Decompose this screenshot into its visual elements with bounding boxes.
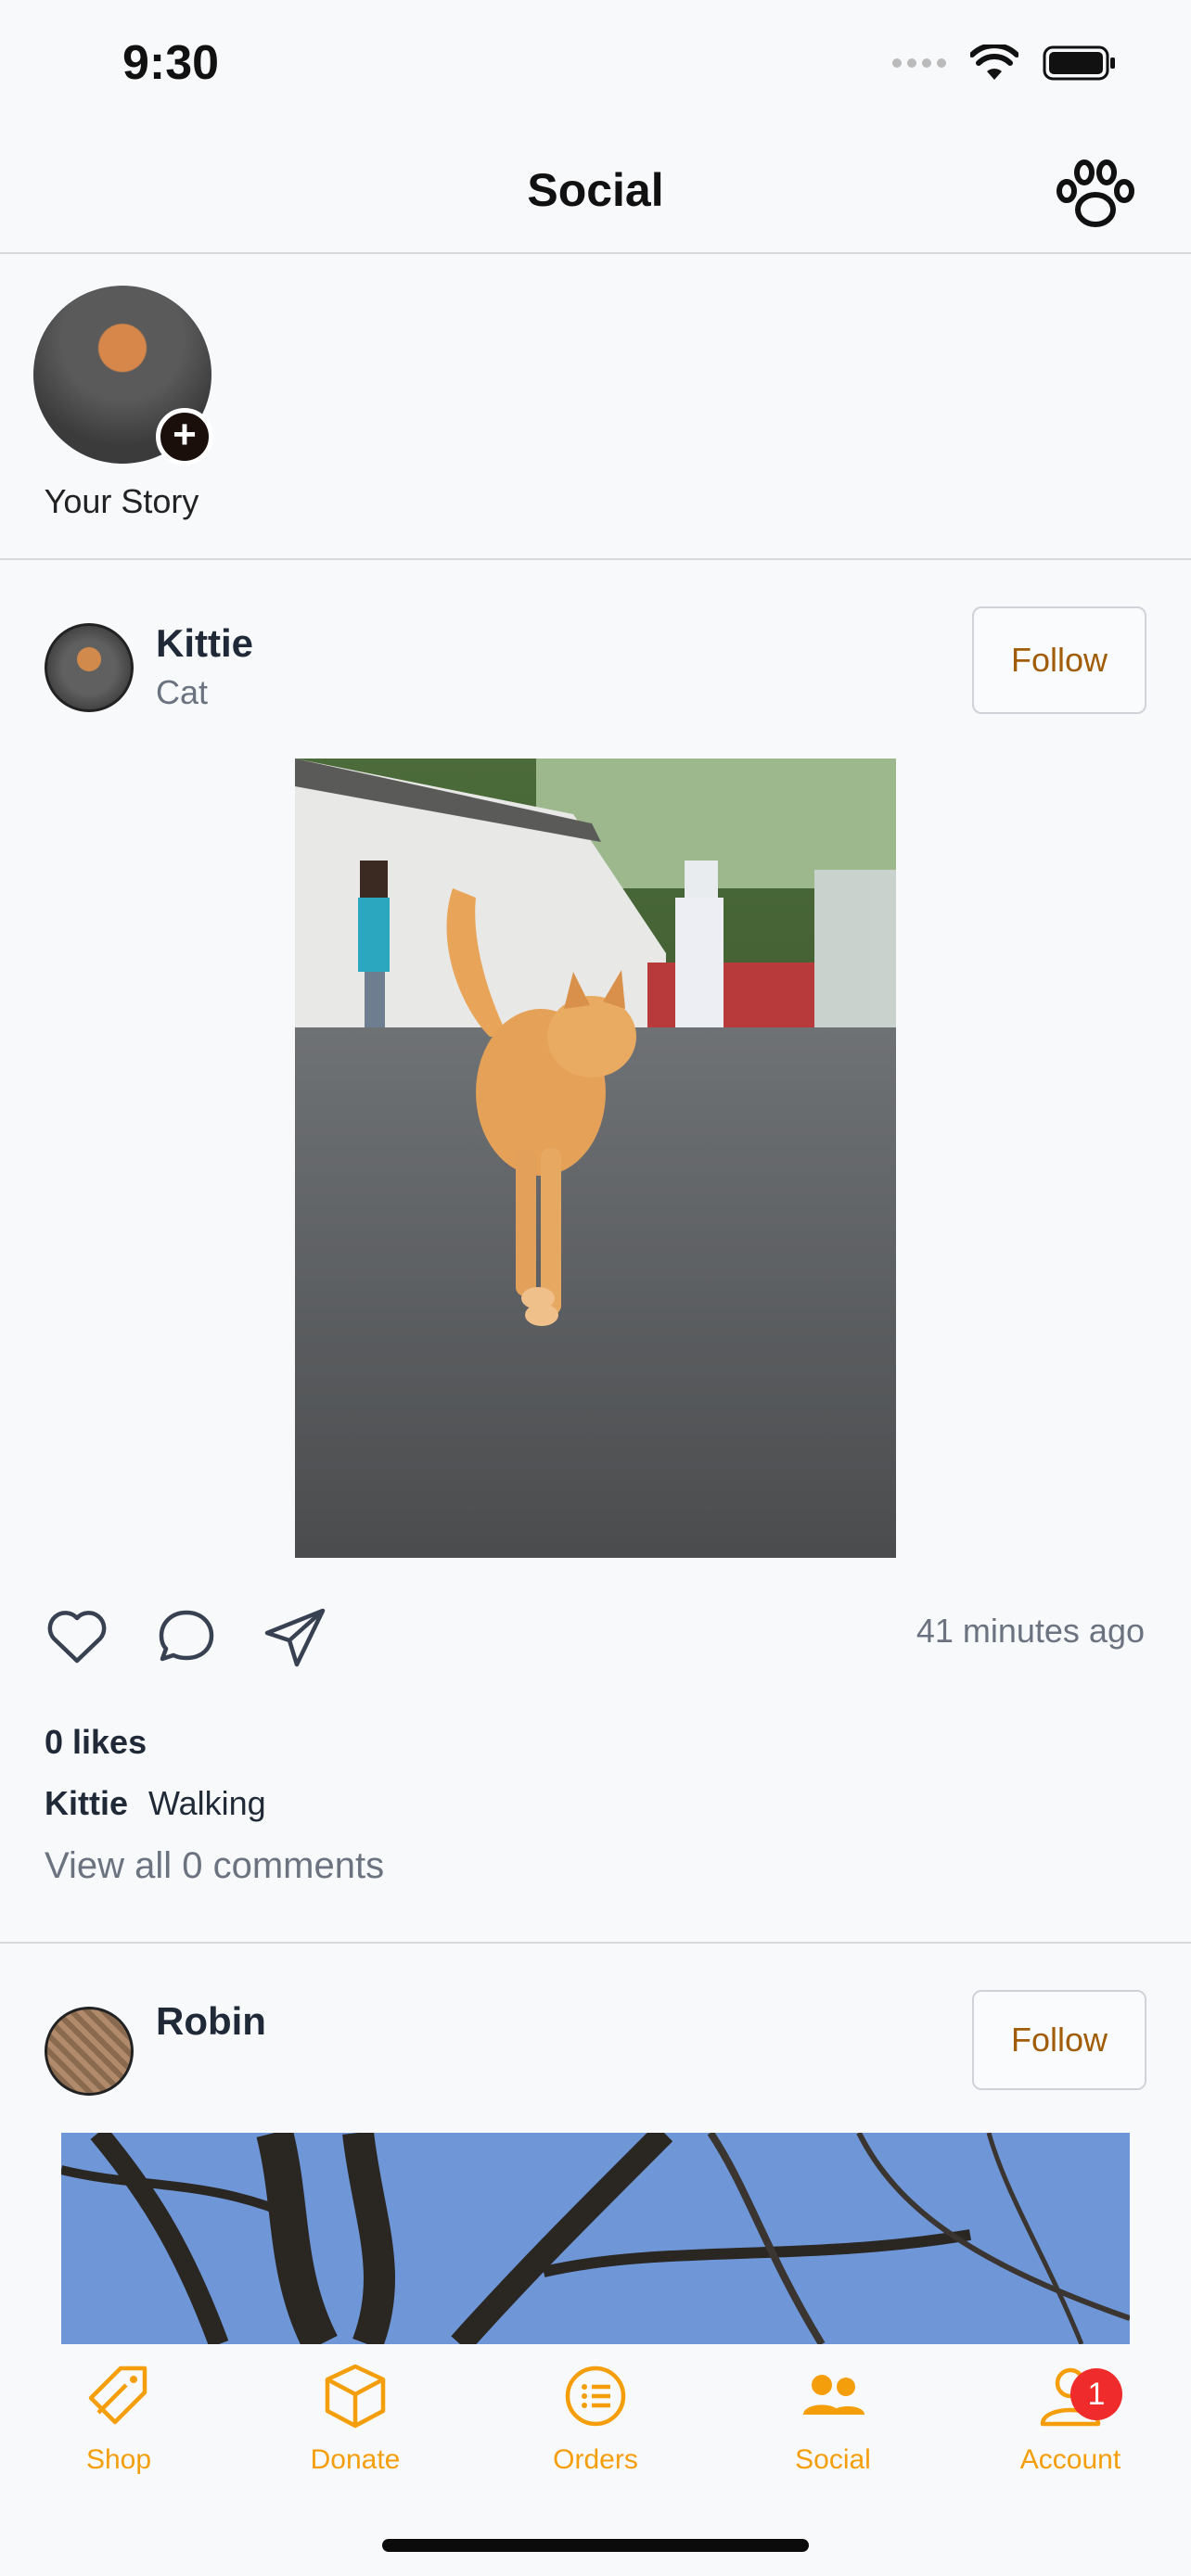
tab-donate[interactable]: Donate <box>272 2357 439 2476</box>
box-icon <box>325 2364 386 2429</box>
post-author-name[interactable]: Robin <box>156 1999 266 2044</box>
post-header: Robin Follow <box>0 1990 1191 2101</box>
status-time: 9:30 <box>122 36 220 90</box>
stories-bar: + Your Story <box>0 256 1191 560</box>
notification-badge: 1 <box>1070 2368 1122 2420</box>
tab-label: Account <box>1019 2444 1121 2475</box>
status-icons <box>892 45 1117 82</box>
tab-label: Shop <box>85 2444 152 2475</box>
post-timestamp: 41 minutes ago <box>916 1612 1145 1650</box>
status-bar: 9:30 <box>0 0 1191 130</box>
post-author-name[interactable]: Kittie <box>156 621 253 666</box>
list-icon <box>565 2366 626 2427</box>
caption-text: Walking <box>148 1784 266 1822</box>
tab-social[interactable]: Social <box>749 2357 916 2476</box>
people-icon <box>803 2375 864 2415</box>
tag-icon <box>88 2366 147 2425</box>
cellular-signal-icon <box>892 58 946 68</box>
navigation-bar: Social <box>0 130 1191 254</box>
post-header: Kittie Cat Follow <box>0 606 1191 718</box>
wifi-icon <box>970 45 1018 80</box>
story-label: Your Story <box>44 482 199 520</box>
view-comments-link[interactable]: View all 0 comments <box>45 1845 384 1887</box>
heart-icon[interactable] <box>41 1600 113 1672</box>
post-image[interactable] <box>61 2133 1130 2344</box>
avatar[interactable] <box>45 623 134 712</box>
share-icon[interactable] <box>260 1600 332 1672</box>
tab-label: Donate <box>310 2444 401 2475</box>
post-caption: Kittie Walking <box>45 1784 266 1823</box>
follow-button[interactable]: Follow <box>972 606 1146 714</box>
post: Kittie Cat Follow <box>0 606 1191 718</box>
post-image[interactable] <box>295 759 896 1558</box>
battery-icon <box>1043 45 1115 81</box>
post: Robin Follow <box>0 1990 1191 2101</box>
tab-shop[interactable]: Shop <box>35 2357 202 2476</box>
likes-count[interactable]: 0 likes <box>45 1723 147 1762</box>
follow-button[interactable]: Follow <box>972 1990 1146 2090</box>
your-story[interactable]: + Your Story <box>33 286 213 521</box>
comment-icon[interactable] <box>150 1600 223 1672</box>
page-title: Social <box>527 164 664 216</box>
post-divider <box>0 1942 1191 1944</box>
tab-account[interactable]: Account 1 <box>987 2357 1154 2476</box>
tab-label: Social <box>795 2444 871 2475</box>
avatar[interactable] <box>45 2007 134 2096</box>
add-story-icon[interactable]: + <box>156 408 213 465</box>
tab-orders[interactable]: Orders <box>512 2357 679 2476</box>
home-indicator[interactable] <box>382 2539 809 2552</box>
caption-author[interactable]: Kittie <box>45 1784 128 1822</box>
post-actions <box>41 1599 332 1673</box>
post-author-subtitle: Cat <box>156 673 209 711</box>
tab-label: Orders <box>553 2444 638 2475</box>
paw-icon[interactable] <box>1054 152 1137 236</box>
